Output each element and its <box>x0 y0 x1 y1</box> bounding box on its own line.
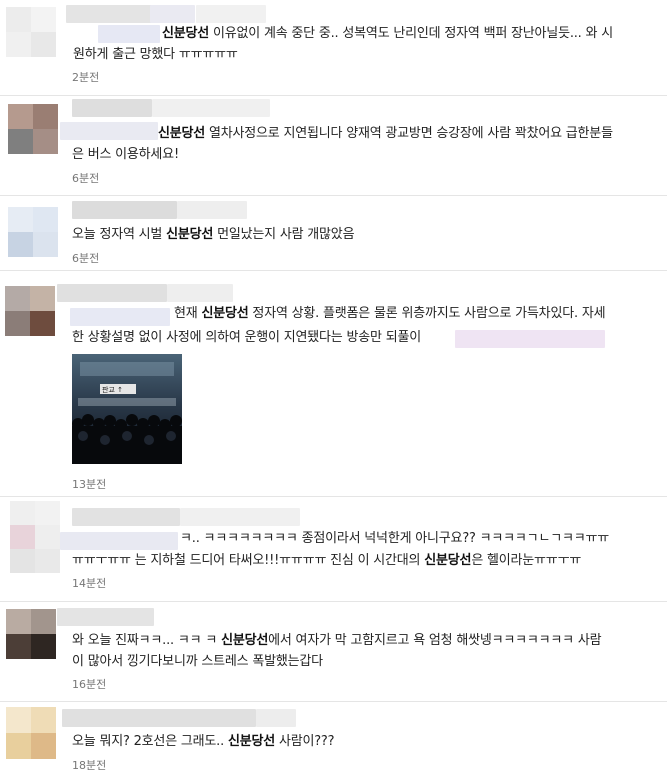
username[interactable] <box>57 284 167 302</box>
photo-content: 판교 ↑ <box>72 354 182 464</box>
post: 와 오늘 진짜ㅋㅋ... ㅋㅋ ㅋ 신분당선에서 여자가 막 고함지르고 욕 엄… <box>0 601 667 702</box>
post: 오늘 뭐지? 2호선은 그래도.. 신분당선 사람이??? 18분전 <box>0 701 667 783</box>
timestamp[interactable]: 16분전 <box>72 676 106 692</box>
feed: 신분당선 이유없이 계속 중단 중.. 성복역도 난리인데 정자역 백퍼 장난아… <box>0 0 667 783</box>
photo-sign: 판교 ↑ <box>102 385 123 394</box>
keyword: 신분당선 <box>424 553 472 568</box>
post-text: 신분당선 이유없이 계속 중단 중.. 성복역도 난리인데 정자역 백퍼 장난아… <box>162 26 614 41</box>
keyword: 신분당선 <box>166 227 214 242</box>
user-handle <box>167 284 233 302</box>
timestamp[interactable]: 13분전 <box>72 476 106 492</box>
username[interactable] <box>72 508 180 526</box>
post: ㅋ.. ㅋㅋㅋㅋㅋㅋㅋㅋ 종점이라서 넉넉한게 아니구요?? ㅋㅋㅋㅋㄱㄴㄱㅋㅋ… <box>0 496 667 602</box>
username[interactable] <box>57 608 154 626</box>
username <box>150 5 195 23</box>
user-handle <box>177 201 247 219</box>
avatar[interactable] <box>10 501 60 573</box>
avatar[interactable] <box>8 104 58 154</box>
mention[interactable] <box>98 25 160 43</box>
timestamp[interactable]: 18분전 <box>72 757 106 773</box>
post-text: 오늘 정자역 시벌 신분당선 먼일났는지 사람 개많았음 <box>72 227 355 242</box>
post: 신분당선 열차사정으로 지연됩니다 양재역 광교방면 승강장에 사람 꽉찼어요 … <box>0 95 667 196</box>
avatar[interactable] <box>6 707 56 759</box>
mention[interactable] <box>60 532 178 550</box>
keyword: 신분당선 <box>221 633 269 648</box>
username[interactable] <box>72 99 152 117</box>
post: 오늘 정자역 시벌 신분당선 먼일났는지 사람 개많았음 6분전 <box>0 195 667 271</box>
username[interactable] <box>72 201 177 219</box>
post-text: 이 많아서 낑기다보니까 스트레스 폭발했는갑다 <box>72 654 323 669</box>
post-text: 은 버스 이용하세요! <box>72 147 179 162</box>
timestamp[interactable]: 6분전 <box>72 250 99 266</box>
avatar[interactable] <box>5 286 55 336</box>
post-text: ㅠㅠㅜㅠㅠ 는 지하철 드디어 타써오!!!ㅠㅠㅠㅠ 진심 이 시간대의 신분당… <box>72 553 582 568</box>
user-handle <box>196 5 266 23</box>
post-photo[interactable]: 판교 ↑ <box>72 354 182 464</box>
keyword: 신분당선 <box>162 26 210 41</box>
post-text: 오늘 뭐지? 2호선은 그래도.. 신분당선 사람이??? <box>72 734 335 749</box>
avatar[interactable] <box>6 609 56 659</box>
timestamp[interactable]: 14분전 <box>72 575 106 591</box>
avatar[interactable] <box>6 7 56 57</box>
post-text: ㅋ.. ㅋㅋㅋㅋㅋㅋㅋㅋ 종점이라서 넉넉한게 아니구요?? ㅋㅋㅋㅋㄱㄴㄱㅋㅋ… <box>180 531 610 546</box>
timestamp[interactable]: 2분전 <box>72 69 99 85</box>
post-text: 현재 신분당선 정자역 상황. 플랫폼은 물론 위층까지도 사람으로 가득차있다… <box>174 306 606 321</box>
keyword: 신분당선 <box>227 734 276 749</box>
keyword: 신분당선 <box>158 126 206 141</box>
mention[interactable] <box>70 308 170 326</box>
post-text: 와 오늘 진짜ㅋㅋ... ㅋㅋ ㅋ 신분당선에서 여자가 막 고함지르고 욕 엄… <box>72 633 602 648</box>
link[interactable] <box>455 330 605 348</box>
keyword: 신분당선 <box>201 306 249 321</box>
user-handle <box>256 709 296 727</box>
avatar[interactable] <box>8 207 58 257</box>
post: 신분당선 이유없이 계속 중단 중.. 성복역도 난리인데 정자역 백퍼 장난아… <box>0 0 667 96</box>
user-handle <box>180 508 300 526</box>
timestamp[interactable]: 6분전 <box>72 170 99 186</box>
mention[interactable] <box>60 122 158 140</box>
post: 현재 신분당선 정자역 상황. 플랫폼은 물론 위층까지도 사람으로 가득차있다… <box>0 270 667 497</box>
post-text: 원하게 출근 망했다 ㅠㅠㅠㅠㅠ <box>73 47 238 62</box>
post-text: 신분당선 열차사정으로 지연됩니다 양재역 광교방면 승강장에 사람 꽉찼어요 … <box>158 126 613 141</box>
post-text: 한 상황설명 없이 사정에 의하여 운행이 지연됐다는 방송만 되풀이 <box>72 330 421 345</box>
username[interactable] <box>62 709 256 727</box>
user-handle <box>152 99 270 117</box>
